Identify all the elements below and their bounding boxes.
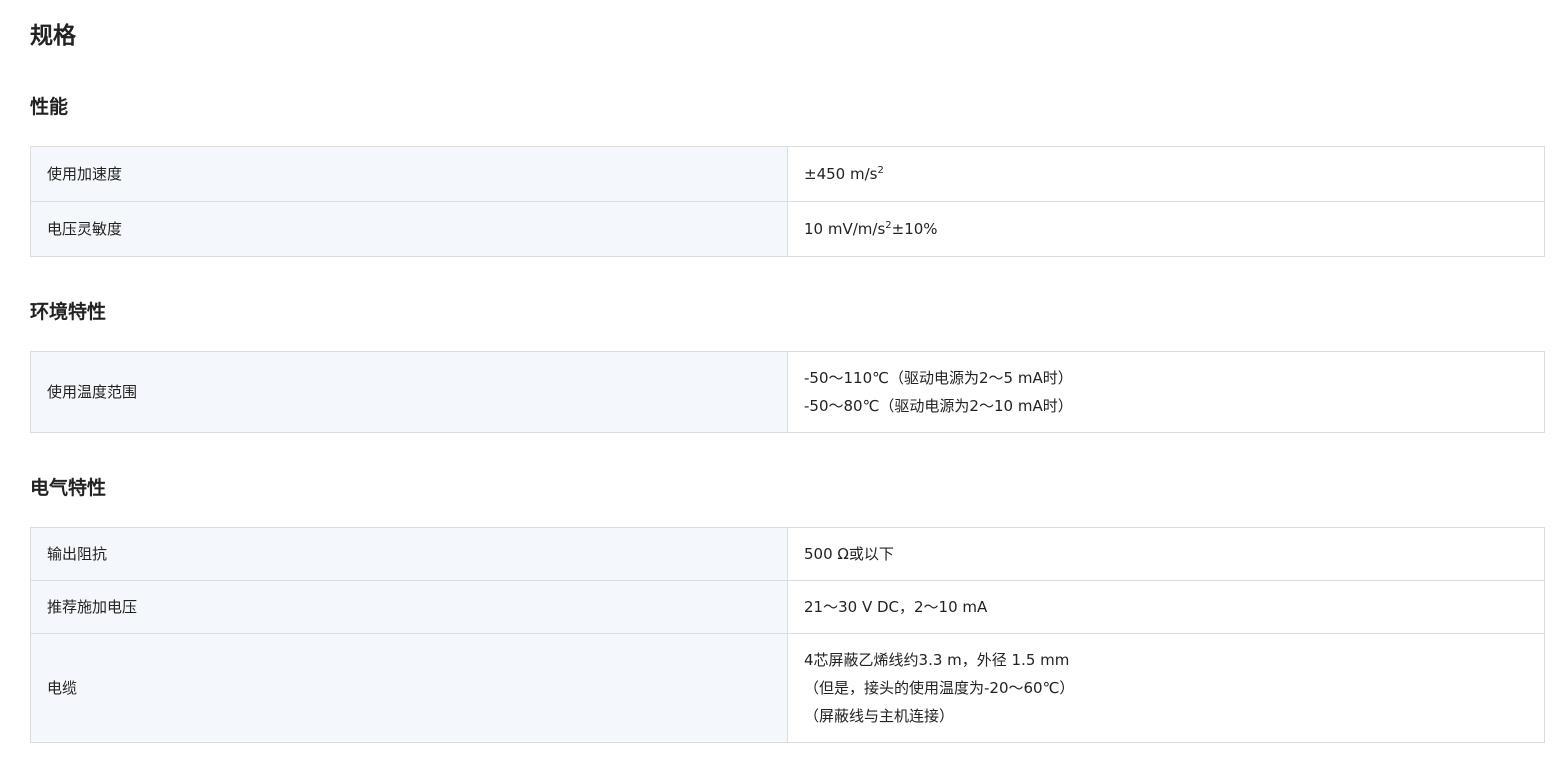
table-row: 输出阻抗 500 Ω或以下 [30, 527, 1545, 581]
row-value: 500 Ω或以下 [787, 527, 1545, 581]
section-title-performance: 性能 [30, 96, 69, 118]
table-row: 推荐施加电压 21～30 V DC，2～10 mA [30, 580, 1545, 634]
row-value: -50～110℃（驱动电源为2～5 mA时） -50～80℃（驱动电源为2～10… [787, 351, 1545, 433]
value-text: ±450 m/s [804, 165, 878, 183]
table-row: 电缆 4芯屏蔽乙烯线约3.3 m，外径 1.5 mm （但是，接头的使用温度为-… [30, 633, 1545, 743]
row-value: ±450 m/s2 [787, 146, 1545, 202]
table-row: 电压灵敏度 10 mV/m/s2±10% [30, 201, 1545, 257]
row-label: 输出阻抗 [30, 527, 788, 581]
section-title-electrical: 电气特性 [30, 477, 107, 499]
row-value: 21～30 V DC，2～10 mA [787, 580, 1545, 634]
spec-page: 规格 性能 使用加速度 ±450 m/s2 电压灵敏度 10 mV/m/s2±1… [0, 0, 1567, 761]
value-line: 500 Ω或以下 [804, 545, 894, 563]
row-value: 4芯屏蔽乙烯线约3.3 m，外径 1.5 mm （但是，接头的使用温度为-20～… [787, 633, 1545, 743]
row-label: 电缆 [30, 633, 788, 743]
value-line: -50～80℃（驱动电源为2～10 mA时） [804, 397, 1073, 415]
row-label: 使用温度范围 [30, 351, 788, 433]
page-title: 规格 [30, 23, 76, 49]
section-title-environment: 环境特性 [30, 301, 107, 323]
value-text: 10 mV/m/s [804, 220, 886, 238]
value-superscript: 2 [877, 165, 884, 176]
value-line: 4芯屏蔽乙烯线约3.3 m，外径 1.5 mm [804, 651, 1070, 669]
row-label: 推荐施加电压 [30, 580, 788, 634]
value-line: -50～110℃（驱动电源为2～5 mA时） [804, 369, 1073, 387]
value-line: 21～30 V DC，2～10 mA [804, 598, 988, 616]
row-value: 10 mV/m/s2±10% [787, 201, 1545, 257]
value-line: （但是，接头的使用温度为-20～60℃） [804, 679, 1075, 697]
table-row: 使用温度范围 -50～110℃（驱动电源为2～5 mA时） -50～80℃（驱动… [30, 351, 1545, 433]
row-label: 电压灵敏度 [30, 201, 788, 257]
environment-table: 使用温度范围 -50～110℃（驱动电源为2～5 mA时） -50～80℃（驱动… [30, 351, 1545, 433]
row-label: 使用加速度 [30, 146, 788, 202]
performance-table: 使用加速度 ±450 m/s2 电压灵敏度 10 mV/m/s2±10% [30, 146, 1545, 257]
table-row: 使用加速度 ±450 m/s2 [30, 146, 1545, 202]
value-suffix: ±10% [891, 220, 938, 238]
value-line: （屏蔽线与主机连接） [804, 707, 955, 725]
electrical-table: 输出阻抗 500 Ω或以下 推荐施加电压 21～30 V DC，2～10 mA … [30, 527, 1545, 743]
